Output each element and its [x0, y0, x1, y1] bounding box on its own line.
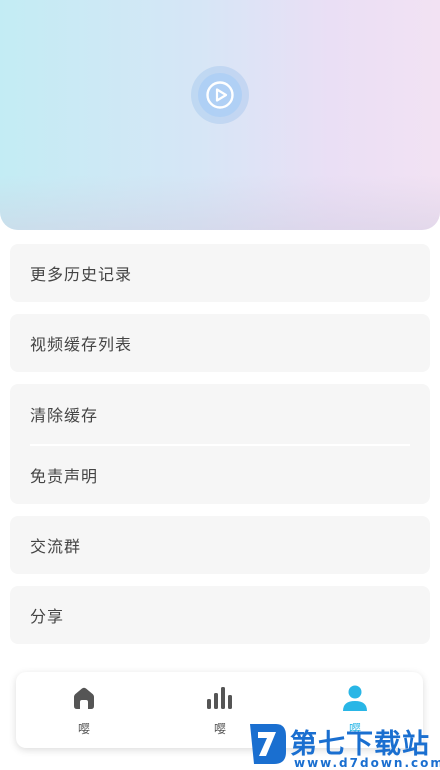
user-icon: [341, 684, 369, 712]
watermark-url: www.d7down.com: [294, 756, 440, 770]
menu-card-group-chat[interactable]: 交流群: [10, 516, 430, 574]
nav-item-home[interactable]: 嘤: [34, 672, 134, 748]
menu-card-history[interactable]: 更多历史记录: [10, 244, 430, 302]
bar-chart-icon: [206, 684, 234, 712]
menu-item-cache-list[interactable]: 视频缓存列表: [10, 314, 430, 372]
home-icon: [71, 684, 97, 712]
nav-label-stats: 嘤: [213, 722, 226, 736]
menu-card-share[interactable]: 分享: [10, 586, 430, 644]
menu-card-group: 清除缓存 免责声明: [10, 384, 430, 504]
play-button[interactable]: [191, 66, 249, 124]
menu-item-group-chat[interactable]: 交流群: [10, 516, 430, 574]
menu-card-cache-list[interactable]: 视频缓存列表: [10, 314, 430, 372]
watermark: 第七下载站 www.d7down.com: [246, 718, 440, 770]
menu-item-clear-cache[interactable]: 清除缓存: [10, 384, 430, 444]
menu-item-share[interactable]: 分享: [10, 586, 430, 644]
menu-item-disclaimer[interactable]: 免责声明: [10, 446, 430, 504]
header-banner: [0, 0, 440, 230]
play-circle-icon: [198, 73, 242, 117]
menu-item-history[interactable]: 更多历史记录: [10, 244, 430, 302]
watermark-logo-icon: [250, 724, 286, 764]
nav-label-home: 嘤: [77, 722, 90, 736]
